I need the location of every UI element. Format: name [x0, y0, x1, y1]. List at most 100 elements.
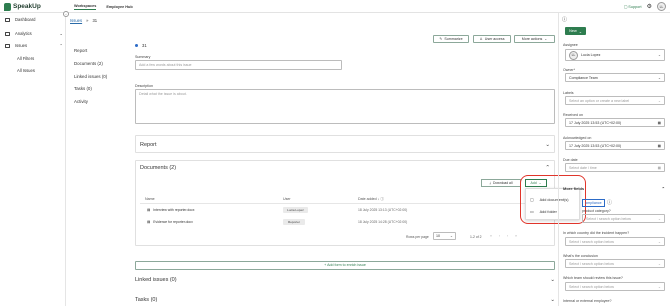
- assignee-label: Assignee: [563, 43, 578, 47]
- sidebar-item-all-filters[interactable]: All Filters: [17, 56, 34, 61]
- secnav-tasks[interactable]: Tasks (0): [74, 86, 92, 91]
- column-date[interactable]: Date added ↓ ⓘ: [358, 197, 384, 202]
- description-input[interactable]: Detail what the issue is about.: [135, 89, 555, 124]
- top-nav: Workspaces Employee Hub: [74, 0, 133, 13]
- chevron-down-icon: ⌄: [449, 234, 453, 238]
- doc-name: Interview with reporter.docx: [153, 208, 195, 212]
- chevron-down-icon: ⌄: [657, 239, 661, 244]
- report-section-header[interactable]: Report ⌄: [135, 142, 555, 148]
- help-icon[interactable]: ⓘ: [607, 199, 612, 206]
- chevron-down-icon: ⌄: [657, 53, 661, 57]
- download-all-button[interactable]: ⤓ Download all: [481, 179, 521, 187]
- team-select[interactable]: Select / search option below ⌄: [565, 282, 665, 291]
- owner-label: Owner*: [563, 68, 575, 72]
- secnav-activity[interactable]: Activity: [74, 99, 88, 104]
- table-row[interactable]: ▤ Interview with reporter.docx: [147, 208, 195, 212]
- chevron-down-icon: ⌄: [657, 284, 661, 289]
- sidebar-item-all-issues[interactable]: All Issues: [17, 68, 35, 73]
- acknowledged-date-input[interactable]: 17 July 2025 13:53 (UTC+02:00) ▦: [565, 141, 665, 150]
- sidebar-item-analytics[interactable]: Analytics ⌄: [5, 31, 63, 36]
- logo-text: SpeakUp: [13, 3, 41, 10]
- new-button[interactable]: New ⌄: [565, 27, 586, 35]
- breadcrumb: Issues » 31: [70, 18, 97, 23]
- more-actions-label: More actions: [521, 37, 543, 41]
- select-placeholder: Select / search option below: [569, 261, 614, 266]
- due-date-placeholder: Select date / time: [569, 165, 597, 170]
- rows-per-page-select[interactable]: 10 ⌄: [433, 232, 456, 240]
- info-icon[interactable]: ⓘ: [562, 16, 567, 23]
- calendar-icon[interactable]: ▦: [658, 166, 661, 170]
- received-value: 17 July 2025 13:53 (UTC+02:00): [569, 120, 622, 125]
- user-chip: Lucia Lopez: [283, 207, 308, 213]
- more-fields-label: More fields: [563, 186, 585, 191]
- labels-select[interactable]: Select an option or create a new label ⌄: [565, 96, 665, 105]
- chevron-down-icon: ⌄: [545, 142, 550, 148]
- pagination-controls-icon[interactable]: «‹›»: [490, 234, 524, 238]
- secnav-linked-issues[interactable]: Linked issues (0): [74, 74, 107, 79]
- select-placeholder: Select / search option below: [569, 239, 614, 244]
- breadcrumb-issues[interactable]: Issues: [70, 18, 82, 23]
- labels-placeholder: Select an option or create a new label: [569, 98, 630, 103]
- highlight-ring: [520, 175, 586, 224]
- breadcrumb-separator: »: [86, 18, 89, 23]
- rows-per-page-label: Rows per page: [406, 235, 429, 239]
- download-all-label: Download all: [493, 181, 513, 185]
- product-category-select[interactable]: Select / search option below ⌄: [582, 214, 665, 223]
- chevron-down-icon: ⌄: [657, 261, 661, 266]
- app-logo[interactable]: SpeakUp: [4, 2, 41, 11]
- issue-id: 31: [142, 43, 147, 48]
- user-access-button[interactable]: ♙ User access: [473, 35, 511, 43]
- top-right-tools: ▢ Support ⚙ LL: [624, 2, 666, 11]
- select-placeholder: Select / search option below: [586, 216, 631, 221]
- column-name[interactable]: Name: [145, 197, 155, 201]
- calendar-icon[interactable]: ▦: [658, 144, 661, 148]
- chevron-up-icon: ⌃: [545, 165, 550, 171]
- summary-input[interactable]: Add a few words about this issue: [135, 60, 342, 70]
- compliance-chip[interactable]: ompliance: [582, 199, 605, 207]
- download-icon: ⤓: [489, 181, 492, 185]
- secnav-documents[interactable]: Documents (2): [74, 61, 103, 66]
- nav-workspaces[interactable]: Workspaces: [74, 4, 97, 10]
- owner-value: Compliance Team: [569, 75, 598, 80]
- user-icon: ♙: [479, 37, 483, 41]
- assignee-value: Lucia Lopez: [581, 53, 601, 57]
- column-user[interactable]: User: [283, 197, 291, 201]
- due-date-input[interactable]: Select date / time ▦: [565, 163, 665, 172]
- documents-section-header[interactable]: Documents (2) ⌃: [135, 165, 555, 171]
- sidebar-item-issues[interactable]: Issues ⌃: [5, 43, 63, 48]
- chevron-up-icon: ⌃: [59, 43, 63, 48]
- file-icon: ▤: [147, 220, 151, 224]
- chevron-down-icon: ⌄: [578, 29, 582, 34]
- received-date-input[interactable]: 17 July 2025 13:53 (UTC+02:00) ▦: [565, 118, 665, 127]
- status-dot-icon: [135, 44, 138, 47]
- sort-arrow-icon: ↓ ⓘ: [377, 197, 384, 201]
- more-actions-button[interactable]: More actions ⌄: [514, 35, 555, 43]
- description-label: Description: [135, 84, 153, 88]
- table-row[interactable]: ▤ Evidence for reporter.docx: [147, 220, 193, 224]
- country-select[interactable]: Select / search option below ⌄: [565, 237, 665, 246]
- owner-select[interactable]: Compliance Team ⌄: [565, 73, 665, 82]
- conclusion-label: What's the conclusion: [563, 254, 598, 258]
- nav-employee-hub[interactable]: Employee Hub: [106, 5, 132, 9]
- user-avatar[interactable]: LL: [657, 2, 666, 11]
- calendar-icon[interactable]: ▦: [658, 121, 661, 125]
- labels-label: Labels: [563, 91, 574, 95]
- tasks-section-header[interactable]: Tasks (0) ⌄: [135, 297, 555, 303]
- linked-section-header[interactable]: Linked issues (0) ⌄: [135, 277, 555, 283]
- summarize-button[interactable]: ✎ Summarize: [433, 35, 469, 43]
- gear-icon[interactable]: ⚙: [647, 3, 652, 10]
- sidebar-item-dashboard[interactable]: Dashboard: [5, 17, 36, 22]
- assignee-select[interactable]: LL Lucia Lopez ⌄: [565, 49, 665, 61]
- more-fields-header[interactable]: More fields ⌃: [563, 186, 665, 191]
- support-icon: ▢: [623, 5, 628, 9]
- new-label: New: [569, 29, 577, 33]
- support-link[interactable]: ▢ Support: [623, 4, 642, 10]
- tasks-heading: Tasks (0): [135, 297, 158, 303]
- sidebar-collapse-icon[interactable]: ‹: [63, 11, 69, 17]
- add-form-button[interactable]: + Add form to enrich issue: [135, 261, 555, 270]
- linked-heading: Linked issues (0): [135, 277, 177, 283]
- secnav-report[interactable]: Report: [74, 48, 87, 53]
- country-label: In which country did the incident happen…: [563, 231, 630, 235]
- sidebar-label: Dashboard: [15, 17, 36, 22]
- conclusion-select[interactable]: Select / search option below ⌄: [565, 259, 665, 268]
